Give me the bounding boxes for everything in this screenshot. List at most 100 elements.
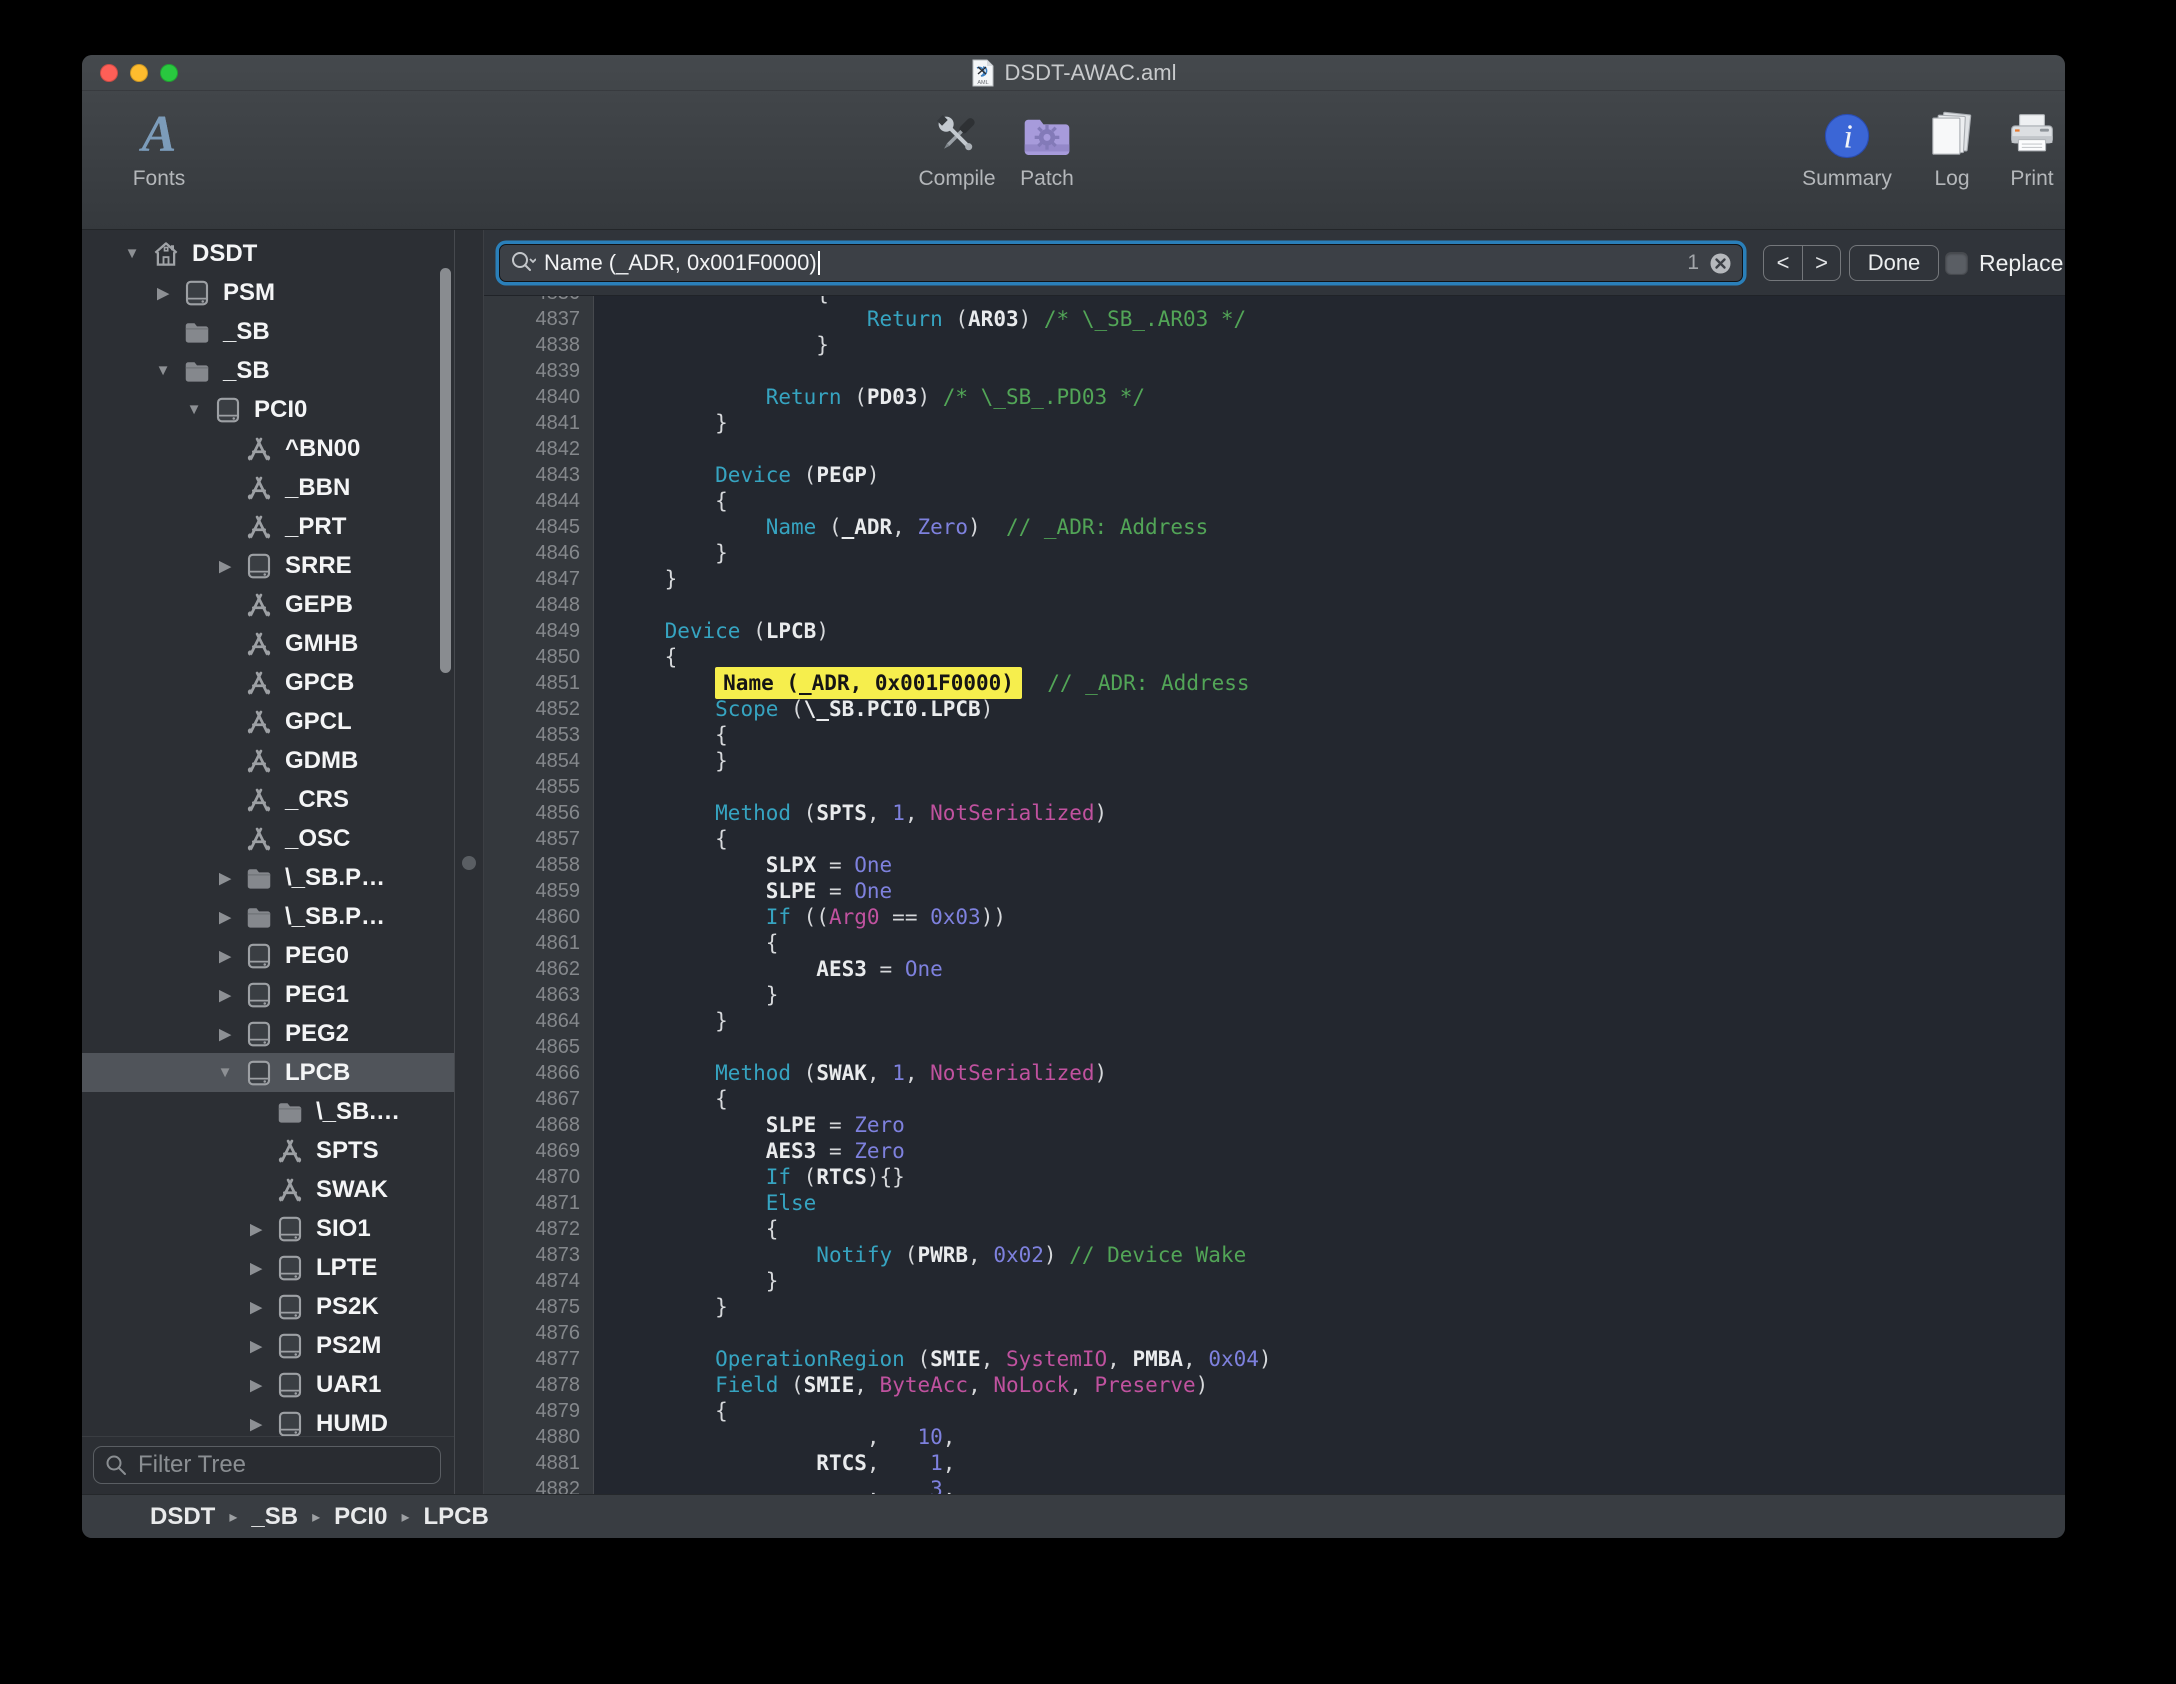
disclosure-triangle-icon[interactable]: ▶ xyxy=(153,284,173,302)
disclosure-triangle-icon[interactable]: ▼ xyxy=(215,1064,235,1081)
disclosure-triangle-icon[interactable]: ▶ xyxy=(215,1025,235,1043)
tree-item-spts[interactable]: SPTS xyxy=(82,1131,454,1170)
zoom-button[interactable] xyxy=(160,64,178,82)
method-icon xyxy=(243,667,275,699)
tree-item-sb[interactable]: ▼_SB xyxy=(82,351,454,390)
tree-item-sio1[interactable]: ▶SIO1 xyxy=(82,1209,454,1248)
tree-item-lpte[interactable]: ▶LPTE xyxy=(82,1248,454,1287)
line-number: 4865 xyxy=(484,1034,594,1060)
tree-item-crs[interactable]: _CRS xyxy=(82,780,454,819)
tree-item-ps2m[interactable]: ▶PS2M xyxy=(82,1326,454,1365)
tree-item-sb[interactable]: \_SB.… xyxy=(82,1092,454,1131)
tree-item-bn00[interactable]: ^BN00 xyxy=(82,429,454,468)
title-bar[interactable]: AML DSDT-AWAC.aml xyxy=(82,55,2065,91)
tree-item-label: PS2K xyxy=(316,1293,379,1321)
tree-item-lpcb[interactable]: ▼LPCB xyxy=(82,1053,454,1092)
tree-item-ps2k[interactable]: ▶ PS2K xyxy=(82,1287,454,1326)
code-line: 4847 } xyxy=(484,566,2065,592)
window-chrome: AML DSDT-AWAC.aml A Fonts Compile xyxy=(82,55,2065,230)
search-icon xyxy=(104,1453,128,1477)
line-number: 4842 xyxy=(484,436,594,462)
toolbar-item-patch[interactable]: Patch xyxy=(982,103,1112,191)
tree-item-bbn[interactable]: _BBN xyxy=(82,468,454,507)
line-number: 4848 xyxy=(484,592,594,618)
app-window: AML DSDT-AWAC.aml A Fonts Compile xyxy=(82,55,2065,1538)
disclosure-triangle-icon[interactable]: ▶ xyxy=(246,1376,266,1394)
tree-item-pci0[interactable]: ▼PCI0 xyxy=(82,390,454,429)
tree-item-uar1[interactable]: ▶UAR1 xyxy=(82,1365,454,1404)
sidebar-scrollbar[interactable] xyxy=(440,268,451,673)
disclosure-triangle-icon[interactable]: ▶ xyxy=(246,1259,266,1277)
disclosure-triangle-icon[interactable]: ▶ xyxy=(215,557,235,575)
tree-item-psm[interactable]: ▶PSM xyxy=(82,273,454,312)
tree-item-peg1[interactable]: ▶PEG1 xyxy=(82,975,454,1014)
toolbar-item-print[interactable]: Print xyxy=(1967,103,2065,191)
tree-item-humd[interactable]: ▶ HUMD xyxy=(82,1404,454,1436)
tree-item-swak[interactable]: SWAK xyxy=(82,1170,454,1209)
clear-search-icon[interactable] xyxy=(1709,252,1732,275)
previous-match-button[interactable]: < xyxy=(1764,246,1802,280)
tree-item-srre[interactable]: ▶SRRE xyxy=(82,546,454,585)
method-icon xyxy=(243,745,275,777)
code-editor[interactable]: 4836 {4837 Return (AR03) /* \_SB_.AR03 *… xyxy=(484,296,2065,1494)
disclosure-triangle-icon[interactable]: ▶ xyxy=(215,986,235,1004)
code-line: 4849 Device (LPCB) xyxy=(484,618,2065,644)
filter-tree-input[interactable]: Filter Tree xyxy=(93,1446,441,1484)
breadcrumb-item-sb[interactable]: _SB xyxy=(251,1503,298,1531)
tree-item-sbp[interactable]: ▶\_SB.P… xyxy=(82,897,454,936)
tree-item-dsdt[interactable]: ▼DSDT xyxy=(82,234,454,273)
line-number: 4882 xyxy=(484,1476,594,1494)
disclosure-triangle-icon[interactable]: ▶ xyxy=(215,908,235,926)
search-query: Name (_ADR, 0x001F0000) xyxy=(544,250,817,276)
code-line: 4864 } xyxy=(484,1008,2065,1034)
patch-folder-icon xyxy=(1020,103,1074,161)
tree-item-label: _SB xyxy=(223,318,270,346)
tree-item-gepb[interactable]: GEPB xyxy=(82,585,454,624)
disclosure-triangle-icon[interactable]: ▶ xyxy=(246,1337,266,1355)
disclosure-triangle-icon[interactable]: ▶ xyxy=(246,1415,266,1433)
disclosure-triangle-icon[interactable]: ▼ xyxy=(122,245,142,262)
folder-icon xyxy=(181,316,213,348)
disclosure-triangle-icon[interactable]: ▶ xyxy=(246,1220,266,1238)
tree-item-gpcb[interactable]: GPCB xyxy=(82,663,454,702)
tree-item-label: HUMD xyxy=(316,1410,388,1437)
device-icon xyxy=(274,1369,306,1401)
tree-item-label: GEPB xyxy=(285,591,353,619)
replace-checkbox[interactable] xyxy=(1945,252,1968,275)
code-line: 4857 { xyxy=(484,826,2065,852)
sidebar-tree-pane: ▼DSDT▶PSM _SB ▼_SB▼PCI0^BN00_BBN_PRT▶SRRE G… xyxy=(82,230,455,1494)
minimize-button[interactable] xyxy=(130,64,148,82)
toolbar-item-fonts[interactable]: A Fonts xyxy=(94,103,224,191)
method-icon xyxy=(243,511,275,543)
tree-item-gmhb[interactable]: GMHB xyxy=(82,624,454,663)
tree-item-gdmb[interactable]: GDMB xyxy=(82,741,454,780)
code-line: 4859 SLPE = One xyxy=(484,878,2065,904)
disclosure-triangle-icon[interactable]: ▶ xyxy=(215,947,235,965)
tree-item-prt[interactable]: _PRT xyxy=(82,507,454,546)
tree-item-osc[interactable]: _OSC xyxy=(82,819,454,858)
line-number: 4855 xyxy=(484,774,594,800)
method-icon xyxy=(243,706,275,738)
split-handle[interactable] xyxy=(462,856,476,870)
breadcrumb-item-dsdt[interactable]: DSDT xyxy=(150,1503,215,1531)
device-icon xyxy=(274,1291,306,1323)
tree-item-gpcl[interactable]: GPCL xyxy=(82,702,454,741)
disclosure-triangle-icon[interactable]: ▶ xyxy=(215,869,235,887)
tree-item-peg0[interactable]: ▶PEG0 xyxy=(82,936,454,975)
info-icon: i xyxy=(1822,103,1872,161)
breadcrumb-item-pci0[interactable]: PCI0 xyxy=(334,1503,387,1531)
search-input[interactable]: Name (_ADR, 0x001F0000) 1 xyxy=(499,244,1743,282)
code-line: 4858 SLPX = One xyxy=(484,852,2065,878)
tree-item-sb[interactable]: _SB xyxy=(82,312,454,351)
line-number: 4856 xyxy=(484,800,594,826)
line-number: 4847 xyxy=(484,566,594,592)
breadcrumb-item-lpcb[interactable]: LPCB xyxy=(423,1503,488,1531)
next-match-button[interactable]: > xyxy=(1802,246,1840,280)
close-button[interactable] xyxy=(100,64,118,82)
tree-item-sbp[interactable]: ▶\_SB.P… xyxy=(82,858,454,897)
disclosure-triangle-icon[interactable]: ▼ xyxy=(153,362,173,379)
tree-item-peg2[interactable]: ▶PEG2 xyxy=(82,1014,454,1053)
disclosure-triangle-icon[interactable]: ▼ xyxy=(184,401,204,418)
disclosure-triangle-icon[interactable]: ▶ xyxy=(246,1298,266,1316)
done-button[interactable]: Done xyxy=(1849,245,1939,281)
